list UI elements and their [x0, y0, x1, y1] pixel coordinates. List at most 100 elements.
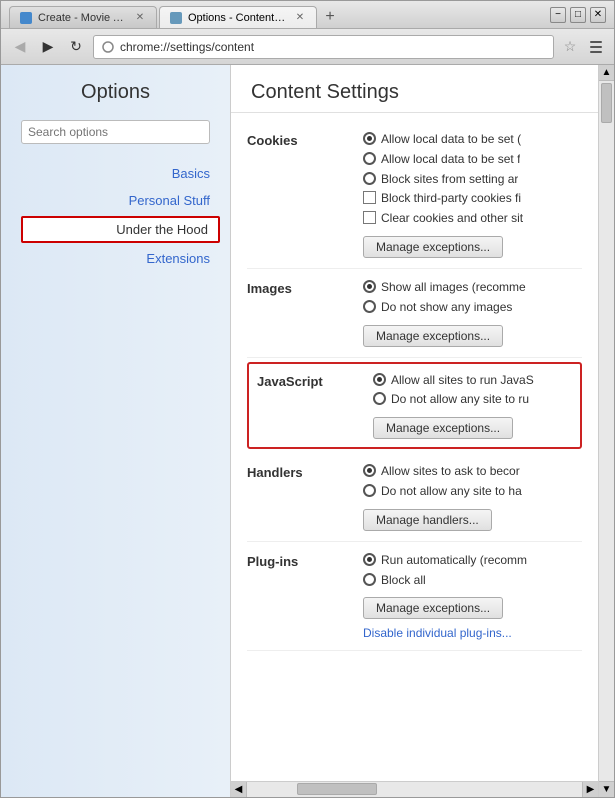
javascript-manage-exceptions-button[interactable]: Manage exceptions...	[373, 417, 513, 439]
handlers-label: Handlers	[247, 463, 347, 480]
images-radio-1[interactable]	[363, 300, 376, 313]
javascript-radio-1[interactable]	[373, 392, 386, 405]
javascript-label: JavaScript	[257, 372, 357, 389]
javascript-options: Allow all sites to run JavaS Do not allo…	[373, 372, 572, 440]
tab-movie-app[interactable]: Create - Movie App ✕	[9, 6, 157, 28]
search-input[interactable]	[21, 120, 210, 144]
handlers-option-0: Allow sites to ask to becor	[363, 463, 582, 480]
address-lock-icon	[100, 39, 116, 55]
handlers-radio-0[interactable]	[363, 464, 376, 477]
plugins-radio-1[interactable]	[363, 573, 376, 586]
javascript-option-1-text: Do not allow any site to ru	[391, 391, 529, 408]
address-bar[interactable]: chrome://settings/content	[93, 35, 554, 59]
cookies-checkbox-4[interactable]	[363, 211, 376, 224]
content-header: Content Settings	[231, 65, 598, 113]
cookies-radio-1[interactable]	[363, 152, 376, 165]
new-tab-button[interactable]: +	[319, 6, 341, 28]
scroll-track[interactable]	[247, 782, 582, 797]
cookies-radio-2[interactable]	[363, 172, 376, 185]
content-inner: Content Settings Cookies Allow local dat…	[231, 65, 614, 797]
content-settings-tab-icon	[170, 12, 182, 24]
scroll-thumb-vertical[interactable]	[601, 83, 612, 123]
sidebar-item-under-the-hood[interactable]: Under the Hood	[21, 216, 220, 243]
handlers-manage-btn-container: Manage handlers...	[363, 509, 582, 531]
images-option-1: Do not show any images	[363, 299, 582, 316]
plugins-disable-link-container: Disable individual plug-ins...	[363, 626, 582, 640]
cookies-option-1: Allow local data to be set f	[363, 151, 582, 168]
bookmark-star-button[interactable]: ☆	[560, 37, 580, 57]
javascript-section: JavaScript Allow all sites to run JavaS …	[247, 362, 582, 450]
sidebar-item-basics[interactable]: Basics	[1, 160, 230, 187]
sidebar-item-personal-stuff[interactable]: Personal Stuff	[1, 187, 230, 214]
images-radio-0[interactable]	[363, 280, 376, 293]
javascript-radio-0[interactable]	[373, 373, 386, 386]
scroll-thumb[interactable]	[297, 783, 377, 795]
handlers-radio-1[interactable]	[363, 484, 376, 497]
back-button[interactable]: ◀	[9, 36, 31, 58]
close-button[interactable]: ✕	[590, 7, 606, 23]
images-option-0: Show all images (recomme	[363, 279, 582, 296]
wrench-menu-button[interactable]	[586, 37, 606, 57]
cookies-radio-0[interactable]	[363, 132, 376, 145]
handlers-manage-button[interactable]: Manage handlers...	[363, 509, 492, 531]
plugins-manage-exceptions-button[interactable]: Manage exceptions...	[363, 597, 503, 619]
images-option-1-text: Do not show any images	[381, 299, 512, 316]
plugins-disable-link[interactable]: Disable individual plug-ins...	[363, 626, 512, 640]
cookies-option-1-text: Allow local data to be set f	[381, 151, 520, 168]
cookies-option-0: Allow local data to be set (	[363, 131, 582, 148]
tab-movie-app-close[interactable]: ✕	[134, 12, 146, 24]
content-area: Content Settings Cookies Allow local dat…	[231, 65, 598, 797]
refresh-button[interactable]: ↻	[65, 36, 87, 58]
tab-movie-app-label: Create - Movie App	[38, 12, 128, 24]
movie-app-tab-icon	[20, 12, 32, 24]
tab-content-settings-close[interactable]: ✕	[294, 12, 306, 24]
scroll-right-button[interactable]: ▶	[582, 782, 598, 798]
content-scroll[interactable]: Content Settings Cookies Allow local dat…	[231, 65, 598, 781]
images-manage-btn-container: Manage exceptions...	[363, 325, 582, 347]
cookies-option-3-text: Block third-party cookies fi	[381, 190, 521, 207]
plugins-section: Plug-ins Run automatically (recomm Block…	[247, 542, 582, 652]
cookies-option-4: Clear cookies and other sit	[363, 210, 582, 227]
plugins-radio-0[interactable]	[363, 553, 376, 566]
cookies-option-4-text: Clear cookies and other sit	[381, 210, 523, 227]
images-section: Images Show all images (recomme Do not s…	[247, 269, 582, 358]
cookies-option-2: Block sites from setting ar	[363, 171, 582, 188]
scroll-left-button[interactable]: ◀	[231, 782, 247, 798]
content-title: Content Settings	[251, 81, 578, 104]
handlers-option-0-text: Allow sites to ask to becor	[381, 463, 520, 480]
sidebar: Options Basics Personal Stuff Under the …	[1, 65, 231, 797]
javascript-option-0-text: Allow all sites to run JavaS	[391, 372, 534, 389]
vertical-scrollbar: ▲ ▼	[598, 65, 614, 797]
forward-button[interactable]: ▶	[37, 36, 59, 58]
main-area: Options Basics Personal Stuff Under the …	[1, 65, 614, 797]
cookies-options: Allow local data to be set ( Allow local…	[363, 131, 582, 258]
javascript-manage-btn-container: Manage exceptions...	[373, 417, 572, 439]
sidebar-nav: Basics Personal Stuff Under the Hood Ext…	[1, 160, 230, 272]
horizontal-scrollbar: ◀ ▶	[231, 781, 598, 797]
scroll-up-button[interactable]: ▲	[599, 65, 614, 81]
scroll-down-button[interactable]: ▼	[599, 781, 614, 797]
cookies-section: Cookies Allow local data to be set ( All…	[247, 121, 582, 269]
search-box	[21, 120, 210, 144]
browser-window: Create - Movie App ✕ Options - Content S…	[0, 0, 615, 798]
cookies-checkbox-3[interactable]	[363, 191, 376, 204]
cookies-manage-exceptions-button[interactable]: Manage exceptions...	[363, 236, 503, 258]
handlers-options: Allow sites to ask to becor Do not allow…	[363, 463, 582, 531]
images-label: Images	[247, 279, 347, 296]
images-manage-exceptions-button[interactable]: Manage exceptions...	[363, 325, 503, 347]
minimize-button[interactable]: −	[550, 7, 566, 23]
cookies-option-2-text: Block sites from setting ar	[381, 171, 518, 188]
cookies-option-0-text: Allow local data to be set (	[381, 131, 521, 148]
maximize-button[interactable]: □	[570, 7, 586, 23]
tab-strip: Create - Movie App ✕ Options - Content S…	[9, 1, 550, 28]
plugins-manage-btn-container: Manage exceptions...	[363, 597, 582, 619]
images-options: Show all images (recomme Do not show any…	[363, 279, 582, 347]
title-bar: Create - Movie App ✕ Options - Content S…	[1, 1, 614, 29]
sidebar-item-extensions[interactable]: Extensions	[1, 245, 230, 272]
javascript-option-1: Do not allow any site to ru	[373, 391, 572, 408]
tab-content-settings[interactable]: Options - Content Settings ✕	[159, 6, 317, 28]
sidebar-title: Options	[1, 81, 230, 104]
nav-bar: ◀ ▶ ↻ chrome://settings/content ☆	[1, 29, 614, 65]
tab-content-settings-label: Options - Content Settings	[188, 12, 288, 24]
handlers-option-1: Do not allow any site to ha	[363, 483, 582, 500]
